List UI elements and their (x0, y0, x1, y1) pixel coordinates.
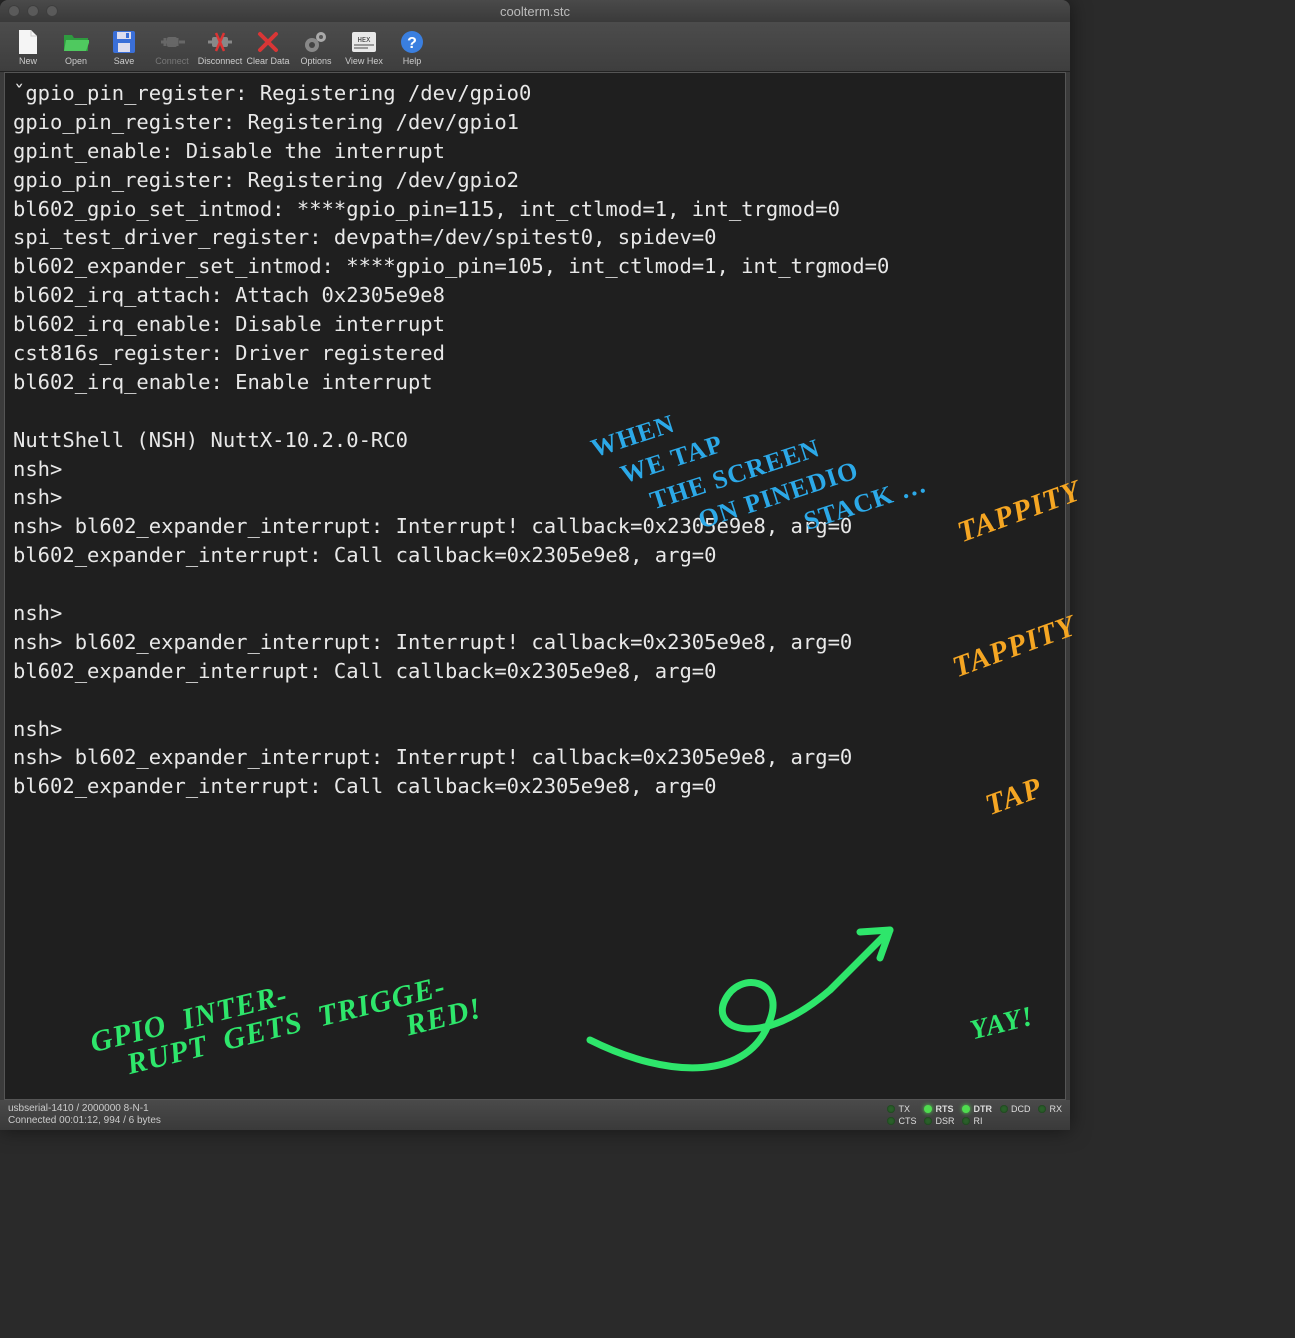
window-controls (8, 5, 58, 17)
led-dsr: DSR (924, 1116, 954, 1126)
toolbar-label: New (19, 56, 37, 66)
status-port-info: usbserial-1410 / 2000000 8-N-1 (8, 1103, 161, 1115)
toolbar-label: Options (300, 56, 331, 66)
toolbar-label: Clear Data (246, 56, 289, 66)
status-bar: usbserial-1410 / 2000000 8-N-1 Connected… (0, 1100, 1070, 1130)
led-indicator (887, 1105, 895, 1113)
led-indicator (1000, 1105, 1008, 1113)
led-indicator (924, 1105, 932, 1113)
toolbar: New Open Save Connect Disconnect (0, 22, 1070, 72)
led-label: CTS (898, 1116, 916, 1126)
new-button[interactable]: New (6, 26, 50, 66)
svg-text:HEX: HEX (358, 36, 371, 44)
open-button[interactable]: Open (54, 26, 98, 66)
toolbar-label: View Hex (345, 56, 383, 66)
led-indicator (962, 1105, 970, 1113)
led-tx: TX (887, 1104, 916, 1114)
floppy-disk-icon (110, 28, 138, 56)
connect-button: Connect (150, 26, 194, 66)
hex-icon: HEX (350, 28, 378, 56)
folder-open-icon (62, 28, 90, 56)
led-indicator (962, 1117, 970, 1125)
status-left: usbserial-1410 / 2000000 8-N-1 Connected… (8, 1103, 161, 1127)
led-label: TX (898, 1104, 910, 1114)
led-label: RTS (935, 1104, 953, 1114)
led-indicator (887, 1117, 895, 1125)
toolbar-label: Help (403, 56, 422, 66)
led-indicator (1038, 1105, 1046, 1113)
clear-data-button[interactable]: Clear Data (246, 26, 290, 66)
led-ri: RI (962, 1116, 992, 1126)
led-label: DCD (1011, 1104, 1031, 1114)
new-file-icon (14, 28, 42, 56)
led-dtr[interactable]: DTR (962, 1104, 992, 1114)
toolbar-label: Save (114, 56, 135, 66)
toolbar-label: Connect (155, 56, 189, 66)
close-window-button[interactable] (8, 5, 20, 17)
options-button[interactable]: Options (294, 26, 338, 66)
led-label: RI (973, 1116, 982, 1126)
led-indicator (924, 1117, 932, 1125)
app-window: coolterm.stc New Open Save Connect (0, 0, 1070, 1130)
led-rx: RX (1038, 1104, 1062, 1114)
toolbar-label: Open (65, 56, 87, 66)
view-hex-button[interactable]: HEX View Hex (342, 26, 386, 66)
terminal-text: ˇgpio_pin_register: Registering /dev/gpi… (13, 79, 1057, 801)
help-button[interactable]: ? Help (390, 26, 434, 66)
status-leds: TX RTS DTR DCD RX CTS DSR RI (887, 1104, 1062, 1126)
toolbar-label: Disconnect (198, 56, 243, 66)
zoom-window-button[interactable] (46, 5, 58, 17)
titlebar: coolterm.stc (0, 0, 1070, 22)
plug-connect-icon (158, 28, 186, 56)
svg-text:?: ? (407, 35, 417, 52)
clear-x-icon (254, 28, 282, 56)
help-icon: ? (398, 28, 426, 56)
gear-icon (302, 28, 330, 56)
led-dcd: DCD (1000, 1104, 1031, 1114)
save-button[interactable]: Save (102, 26, 146, 66)
disconnect-button[interactable]: Disconnect (198, 26, 242, 66)
led-cts: CTS (887, 1116, 916, 1126)
led-rts[interactable]: RTS (924, 1104, 954, 1114)
led-label: DTR (973, 1104, 992, 1114)
status-connection-info: Connected 00:01:12, 994 / 6 bytes (8, 1115, 161, 1127)
terminal-output[interactable]: ˇgpio_pin_register: Registering /dev/gpi… (4, 72, 1066, 1100)
plug-disconnect-icon (206, 28, 234, 56)
minimize-window-button[interactable] (27, 5, 39, 17)
led-label: RX (1049, 1104, 1062, 1114)
led-label: DSR (935, 1116, 954, 1126)
window-title: coolterm.stc (0, 4, 1070, 19)
